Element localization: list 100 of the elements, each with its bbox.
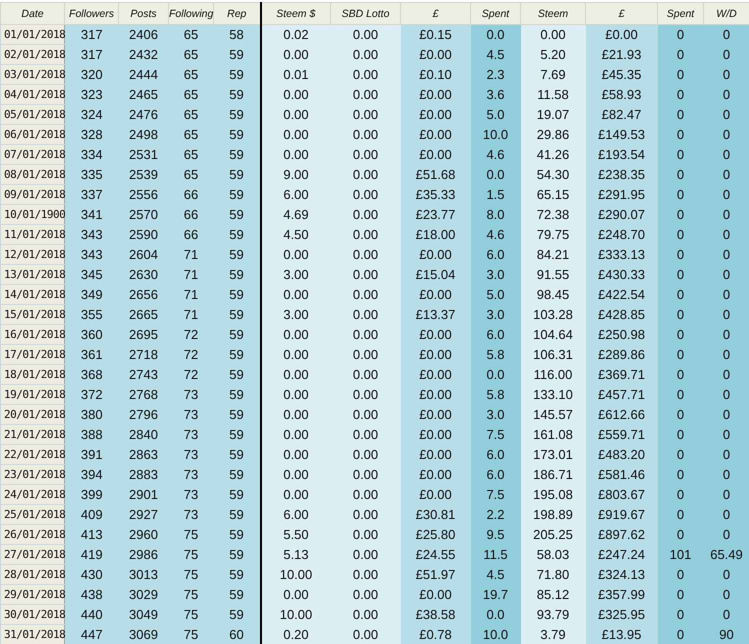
table-cell: 0.00 — [330, 324, 400, 344]
table-cell: 93.79 — [520, 604, 586, 624]
table-cell: 0.00 — [330, 44, 400, 64]
table-cell: 195.08 — [520, 484, 586, 504]
table-cell: 0.00 — [330, 484, 400, 504]
table-cell: 104.64 — [520, 324, 586, 344]
table-cell: 0.00 — [330, 224, 400, 244]
table-cell: 368 — [64, 364, 118, 384]
table-cell: 65 — [168, 104, 214, 124]
table-cell: £457.71 — [586, 384, 658, 404]
table-cell: £357.99 — [586, 584, 658, 604]
table-cell: 0.00 — [260, 444, 330, 464]
table-cell: 0 — [704, 344, 749, 364]
table-cell: 59 — [214, 264, 260, 284]
table-cell: 75 — [168, 524, 214, 544]
table-cell: 2498 — [118, 124, 168, 144]
table-cell: 3029 — [118, 584, 168, 604]
table-cell: £0.00 — [400, 424, 470, 444]
table-cell: £0.00 — [400, 464, 470, 484]
table-cell: 3.0 — [470, 264, 520, 284]
table-cell: 5.8 — [470, 344, 520, 364]
date-cell: 05/01/2018 — [0, 104, 64, 124]
table-cell: 19.7 — [470, 584, 520, 604]
table-cell: 11.58 — [520, 84, 586, 104]
table-cell: 0.00 — [330, 544, 400, 564]
table-cell: 341 — [64, 204, 118, 224]
table-cell: 0.20 — [260, 624, 330, 644]
table-cell: 0 — [658, 44, 704, 64]
table-cell: 65.15 — [520, 184, 586, 204]
table-cell: 7.5 — [470, 484, 520, 504]
table-cell: 59 — [214, 184, 260, 204]
table-cell: 2840 — [118, 424, 168, 444]
table-cell: £247.24 — [586, 544, 658, 564]
table-cell: 0.00 — [330, 284, 400, 304]
table-cell: £483.20 — [586, 444, 658, 464]
table-cell: 2901 — [118, 484, 168, 504]
date-cell: 14/01/2018 — [0, 284, 64, 304]
table-cell: £0.00 — [400, 384, 470, 404]
table-cell: 0.00 — [330, 104, 400, 124]
table-cell: 2630 — [118, 264, 168, 284]
table-cell: £238.35 — [586, 164, 658, 184]
column-header: Following — [168, 2, 214, 24]
date-cell: 04/01/2018 — [0, 84, 64, 104]
table-cell: 0 — [704, 404, 749, 424]
table-cell: 4.6 — [470, 144, 520, 164]
table-cell: 0 — [658, 444, 704, 464]
table-cell: 0 — [658, 604, 704, 624]
table-cell: 59 — [214, 104, 260, 124]
table-cell: £0.00 — [400, 404, 470, 424]
table-cell: 71 — [168, 284, 214, 304]
date-cell: 18/01/2018 — [0, 364, 64, 384]
table-cell: 0 — [658, 564, 704, 584]
date-cell: 25/01/2018 — [0, 504, 64, 524]
table-cell: 0.00 — [260, 124, 330, 144]
table-cell: 2406 — [118, 24, 168, 44]
table-cell: 6.0 — [470, 244, 520, 264]
table-cell: 0 — [704, 444, 749, 464]
table-cell: 6.0 — [470, 324, 520, 344]
column-header: Rep — [214, 2, 260, 24]
table-cell: 6.0 — [470, 464, 520, 484]
table-cell: 59 — [214, 564, 260, 584]
table-cell: 4.69 — [260, 204, 330, 224]
date-cell: 19/01/2018 — [0, 384, 64, 404]
column-header: Posts — [118, 2, 168, 24]
table-cell: 59 — [214, 304, 260, 324]
date-cell: 16/01/2018 — [0, 324, 64, 344]
table-cell: 0 — [658, 384, 704, 404]
table-cell: 0.00 — [330, 424, 400, 444]
table-cell: 0.0 — [470, 24, 520, 44]
table-cell: £0.10 — [400, 64, 470, 84]
table-cell: 6.00 — [260, 184, 330, 204]
table-cell: 323 — [64, 84, 118, 104]
table-cell: £0.00 — [400, 84, 470, 104]
table-cell: £0.00 — [400, 344, 470, 364]
table-cell: 409 — [64, 504, 118, 524]
table-cell: 66 — [168, 224, 214, 244]
table-cell: 91.55 — [520, 264, 586, 284]
table-cell: £193.54 — [586, 144, 658, 164]
column-header: Followers — [64, 2, 118, 24]
table-cell: 343 — [64, 244, 118, 264]
table-cell: 0 — [704, 524, 749, 544]
table-cell: 2539 — [118, 164, 168, 184]
column-header: Date — [0, 2, 64, 24]
table-cell: 72 — [168, 364, 214, 384]
table-cell: 0 — [704, 164, 749, 184]
table-cell: 71 — [168, 264, 214, 284]
column-header: Spent — [470, 2, 520, 24]
table-cell: 5.50 — [260, 524, 330, 544]
table-cell: 73 — [168, 484, 214, 504]
table-cell: 0 — [658, 624, 704, 644]
table-cell: 205.25 — [520, 524, 586, 544]
table-cell: 75 — [168, 624, 214, 644]
table-cell: 0.00 — [260, 484, 330, 504]
table-cell: 59 — [214, 364, 260, 384]
date-cell: 03/01/2018 — [0, 64, 64, 84]
table-cell: 2695 — [118, 324, 168, 344]
table-cell: 391 — [64, 444, 118, 464]
table-cell: 198.89 — [520, 504, 586, 524]
table-cell: 0.00 — [260, 364, 330, 384]
table-cell: 73 — [168, 404, 214, 424]
